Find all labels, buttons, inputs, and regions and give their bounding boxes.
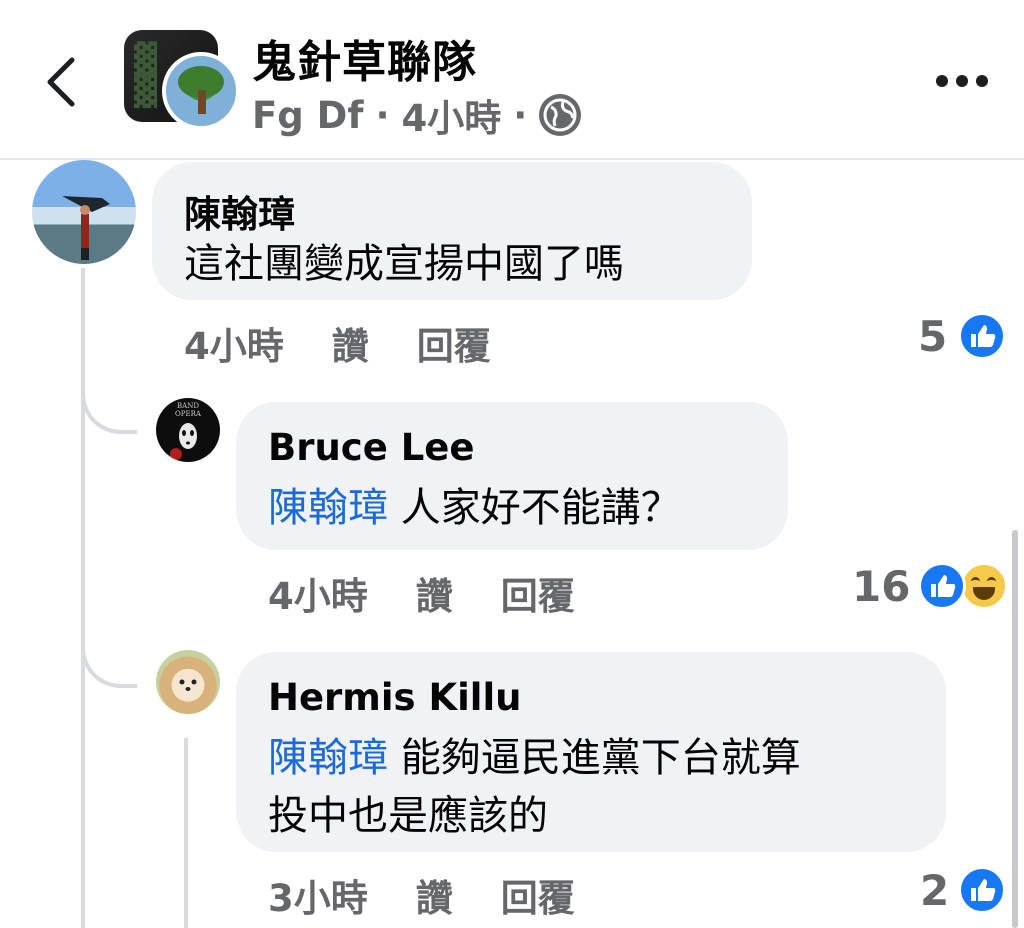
comment-body: 能夠逼民進黨下台就算 [400, 735, 801, 781]
poster-avatar[interactable] [162, 52, 240, 130]
post-time[interactable]: 4小時 [402, 88, 502, 142]
avatar-dog-photo [179, 679, 197, 691]
thread-connector [81, 268, 137, 434]
scrollbar[interactable] [1012, 530, 1018, 928]
comment-text: 陳翰璋 能夠逼民進黨下台就算 [268, 730, 801, 786]
avatar[interactable]: BAND OPERA [156, 398, 220, 462]
avatar[interactable] [32, 160, 136, 264]
avatar[interactable] [156, 650, 220, 714]
group-name[interactable]: 鬼針草聯隊 [252, 26, 477, 90]
more-options-button[interactable] [936, 70, 988, 92]
reply-button[interactable]: 回覆 [501, 566, 575, 620]
comment-text: 陳翰璋 人家好不能講？ [268, 480, 681, 536]
comment-text: 這社團變成宣揚中國了嗎 [184, 241, 624, 287]
comment-author[interactable]: Hermis Killu [268, 676, 522, 719]
avatar-photo [62, 196, 110, 260]
meta-separator: · [375, 93, 390, 137]
poster-name[interactable]: Fg Df [252, 94, 363, 137]
comment-actions: 4小時 讚 回覆 [268, 566, 575, 620]
comment-text-line2: 投中也是應該的 [268, 793, 548, 839]
avatar-art: BAND OPERA [170, 402, 202, 460]
like-reaction-icon [918, 562, 966, 610]
like-reaction-icon [958, 866, 1006, 914]
comment-actions: 4小時 讚 回覆 [184, 316, 491, 370]
like-reaction-icon [958, 312, 1006, 360]
svg-text:OPERA: OPERA [175, 410, 202, 418]
like-button[interactable]: 讚 [332, 316, 369, 370]
reaction-count[interactable]: 5 [918, 312, 947, 361]
back-button[interactable] [38, 52, 88, 112]
comment-time[interactable]: 3小時 [268, 868, 368, 922]
comment-time[interactable]: 4小時 [268, 566, 368, 620]
reaction-count[interactable]: 16 [852, 562, 910, 611]
reply-button[interactable]: 回覆 [501, 868, 575, 922]
thread-connector [81, 600, 137, 688]
reply-button[interactable]: 回覆 [417, 316, 491, 370]
like-button[interactable]: 讚 [416, 868, 453, 922]
comment-author[interactable]: Bruce Lee [268, 426, 474, 469]
haha-reaction-icon [960, 562, 1008, 610]
thread-line [184, 738, 188, 928]
svg-text:BAND: BAND [177, 402, 199, 410]
globe-icon [539, 94, 582, 136]
comment-time[interactable]: 4小時 [184, 316, 284, 370]
reaction-count[interactable]: 2 [920, 866, 949, 915]
meta-separator: · [513, 93, 528, 137]
like-button[interactable]: 讚 [416, 566, 453, 620]
mention-link[interactable]: 陳翰璋 [268, 485, 388, 531]
comment-actions: 3小時 讚 回覆 [268, 868, 575, 922]
post-meta: Fg Df · 4小時 · [252, 88, 582, 142]
comment-author[interactable]: 陳翰璋 [184, 184, 295, 238]
group-avatar-art: ▓ ▓ [134, 42, 158, 109]
post-header: ▓ ▓ 鬼針草聯隊 Fg Df · 4小時 · [0, 0, 1024, 160]
mention-link[interactable]: 陳翰璋 [268, 735, 388, 781]
comment-body: 人家好不能講？ [400, 485, 681, 531]
chevron-left-icon [47, 57, 75, 107]
